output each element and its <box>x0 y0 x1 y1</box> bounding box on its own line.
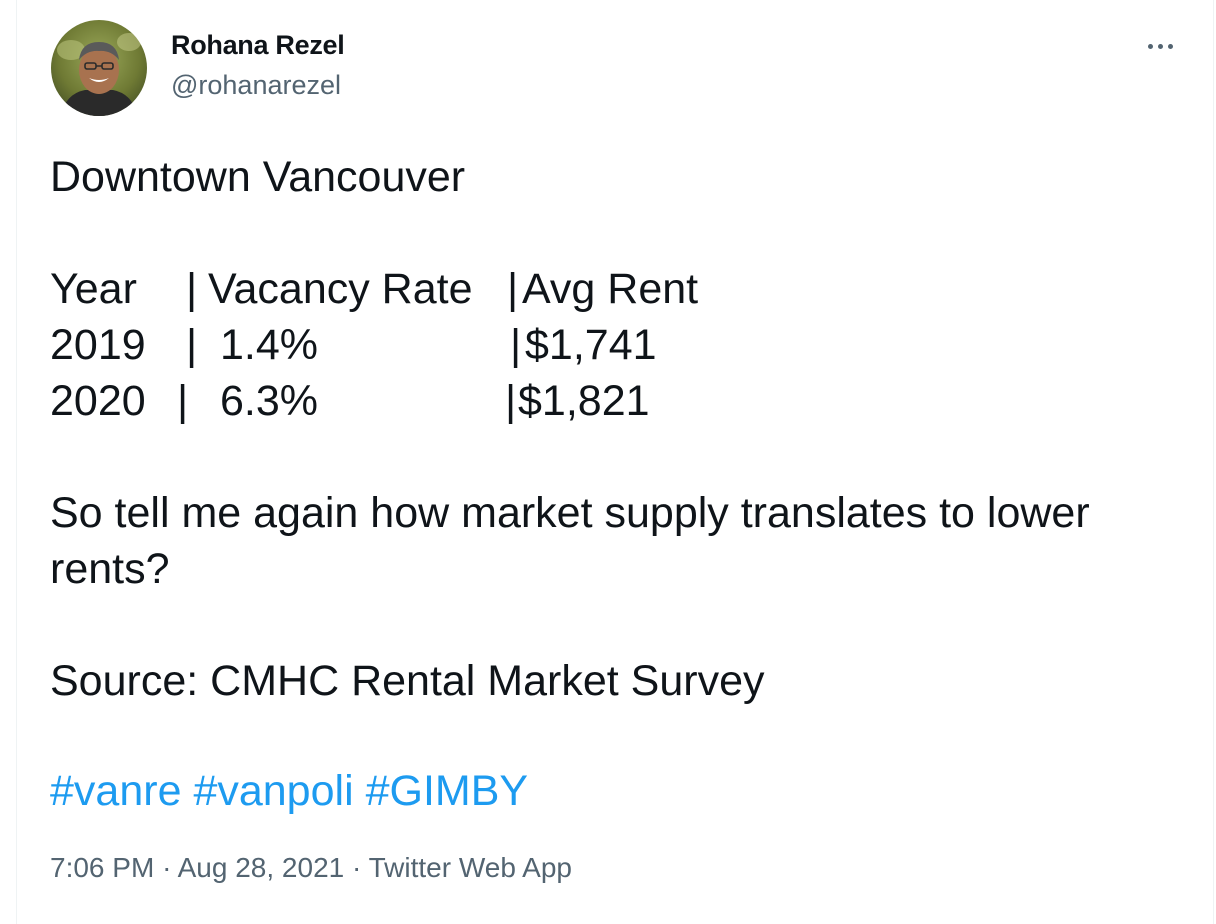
author-avatar[interactable] <box>51 20 147 116</box>
table-cell-separator: | <box>177 377 189 425</box>
tweet-question-line: So tell me again how market supply trans… <box>50 489 1090 537</box>
table-cell-vacancy: 6.3% <box>220 377 319 425</box>
tweet-source-line: Source: CMHC Rental Market Survey <box>50 657 765 705</box>
tweet-date[interactable]: Aug 28, 2021 <box>178 852 345 883</box>
tweet-time[interactable]: 7:06 PM <box>50 852 154 883</box>
table-cell-rent: $1,821 <box>518 377 650 425</box>
meta-separator: · <box>162 852 172 883</box>
more-horizontal-icon <box>1145 43 1175 49</box>
table-header-year: Year <box>50 265 137 313</box>
hashtag-link[interactable]: #vanre <box>50 767 181 815</box>
table-cell-separator: | <box>510 321 522 369</box>
tweet-card: Rohana Rezel @rohanarezel Downtown Vanco… <box>16 0 1214 924</box>
avatar-photo <box>51 20 147 116</box>
hashtag-link[interactable]: #GIMBY <box>366 767 529 815</box>
table-cell-year: 2020 <box>50 377 146 425</box>
more-options-button[interactable] <box>1140 28 1180 64</box>
table-header-rent: Avg Rent <box>522 265 699 313</box>
tweet-title-line: Downtown Vancouver <box>50 153 466 201</box>
hashtag-link[interactable]: #vanpoli <box>193 767 353 815</box>
table-header-separator: | <box>507 265 519 313</box>
tweet-client[interactable]: Twitter Web App <box>369 852 572 883</box>
hashtag-list: #vanre #vanpoli #GIMBY <box>50 763 528 819</box>
table-cell-separator: | <box>186 321 198 369</box>
author-name[interactable]: Rohana Rezel <box>171 30 345 61</box>
tweet-meta: 7:06 PM · Aug 28, 2021 · Twitter Web App <box>50 852 572 884</box>
table-cell-year: 2019 <box>50 321 146 369</box>
table-header-vacancy: Vacancy Rate <box>208 265 473 313</box>
tweet-question-line: rents? <box>50 545 170 593</box>
meta-separator: · <box>352 852 362 883</box>
table-cell-rent: $1,741 <box>525 321 657 369</box>
author-handle[interactable]: @rohanarezel <box>171 70 341 101</box>
table-cell-vacancy: 1.4% <box>220 321 319 369</box>
table-cell-separator: | <box>505 377 517 425</box>
table-header-separator: | <box>186 265 198 313</box>
